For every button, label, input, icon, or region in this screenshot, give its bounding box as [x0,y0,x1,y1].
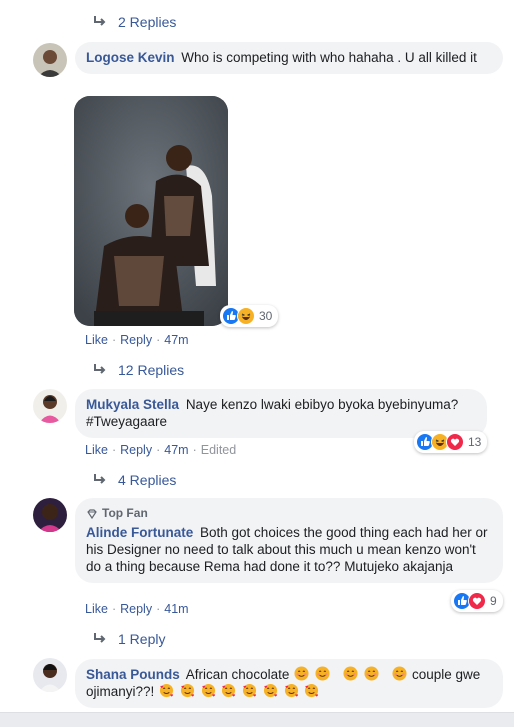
comment-author[interactable]: Alinde Fortunate [86,525,193,540]
love-reaction-icon [446,433,464,451]
reply-arrow-icon [94,16,106,26]
comment-author[interactable]: Shana Pounds [86,667,180,682]
smiling-face-with-hearts-icon [222,683,236,698]
view-replies-link[interactable]: 2 Replies [92,14,176,30]
comment-actions: Like · Reply · 47m [85,333,189,347]
smiling-face-with-hearts-icon [201,683,215,698]
diamond-icon [87,508,97,519]
smiling-face-with-hearts-icon [284,683,298,698]
reply-link[interactable]: Reply [120,602,152,616]
comment-author[interactable]: Mukyala Stella [86,397,179,412]
reactions-summary[interactable]: 30 [220,305,279,327]
haha-reaction-icon [237,307,255,325]
smiling-face-icon [343,666,358,681]
view-replies-link[interactable]: 12 Replies [92,362,184,378]
replies-count-label: 4 Replies [118,472,177,488]
comment-actions: Like · Reply · 41m [85,602,189,616]
comment-text: Who is competing with who hahaha . U all… [181,50,477,65]
smiling-face-icon [294,666,309,681]
reply-link[interactable]: Reply [120,443,152,457]
smiling-face-icon [392,666,407,681]
timestamp[interactable]: 47m [164,443,188,457]
reply-link[interactable]: Reply [120,333,152,347]
reply-arrow-icon [94,474,106,484]
like-link[interactable]: Like [85,443,108,457]
like-link[interactable]: Like [85,602,108,616]
replies-count-label: 1 Reply [118,631,166,647]
comment-photo[interactable] [74,96,228,326]
edited-label[interactable]: Edited [201,443,236,457]
reactions-summary[interactable]: 13 [414,431,488,453]
reaction-count: 13 [468,435,482,449]
comment-bubble: Logose Kevin Who is competing with who h… [75,42,503,74]
view-replies-link[interactable]: 1 Reply [92,631,165,647]
reply-arrow-icon [94,633,106,643]
comment-author[interactable]: Logose Kevin [86,50,175,65]
comment-text: African chocolate [185,667,290,682]
smile-emoji-row [293,666,412,682]
comment-bubble: Shana Pounds African chocolate couple gw… [75,659,503,708]
heart-face-emoji-row [154,683,320,699]
smiling-face-with-hearts-icon [263,683,277,698]
smiling-face-with-hearts-icon [160,683,174,698]
reaction-count: 30 [259,309,273,323]
comment-actions: Like · Reply · 47m · Edited [85,443,237,457]
avatar[interactable] [33,658,67,692]
like-link[interactable]: Like [85,333,108,347]
avatar[interactable] [33,43,67,77]
avatar[interactable] [33,389,67,423]
smiling-face-with-hearts-icon [305,683,319,698]
timestamp[interactable]: 41m [164,602,188,616]
replies-count-label: 12 Replies [118,362,185,378]
smiling-face-icon [364,666,379,681]
reaction-count: 9 [490,594,497,608]
top-fan-badge: Top Fan [86,505,491,522]
comment-bubble: Top Fan Alinde Fortunate Both got choice… [75,498,503,583]
avatar[interactable] [33,498,67,532]
timestamp[interactable]: 47m [164,333,188,347]
smiling-face-with-hearts-icon [180,683,194,698]
page-bottom-bar [0,712,514,727]
reactions-summary[interactable]: 9 [451,590,503,612]
reply-arrow-icon [94,364,106,374]
love-reaction-icon [468,592,486,610]
view-replies-link[interactable]: 4 Replies [92,472,176,488]
smiling-face-icon [315,666,330,681]
smiling-face-with-hearts-icon [243,683,257,698]
replies-count-label: 2 Replies [118,14,177,30]
